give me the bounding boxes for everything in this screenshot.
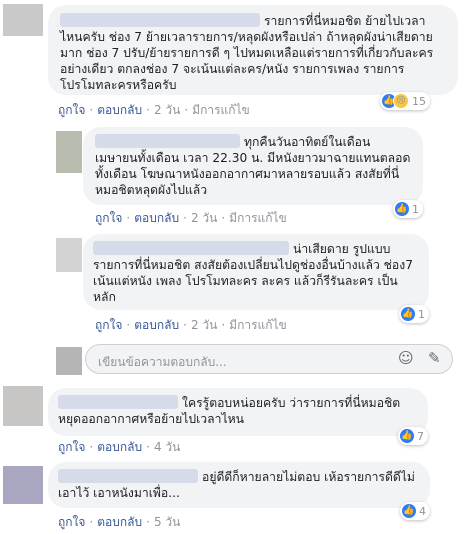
- like-link[interactable]: ถูกใจ: [58, 103, 85, 117]
- thumbs-up-icon: 👍: [400, 429, 414, 443]
- timestamp[interactable]: 2 วัน: [191, 211, 217, 225]
- commenter-name[interactable]: [58, 395, 178, 409]
- like-link[interactable]: ถูกใจ: [58, 440, 85, 454]
- reply-input-placeholder: เขียนข้อความตอบกลับ...: [98, 355, 227, 369]
- avatar[interactable]: [56, 238, 82, 272]
- edited-label[interactable]: มีการแก้ไข: [229, 318, 287, 332]
- like-link[interactable]: ถูกใจ: [95, 318, 122, 332]
- sad-face-icon: 😢: [393, 93, 409, 109]
- comment-bubble: อยู่ดีดีก็หายลายไม่ตอบ เห้อรายการดีดีไม่…: [48, 462, 430, 508]
- avatar[interactable]: [56, 131, 82, 173]
- timestamp[interactable]: 5 วัน: [154, 515, 180, 529]
- reply-link[interactable]: ตอบกลับ: [97, 103, 142, 117]
- thumbs-up-icon: 👍: [402, 504, 416, 518]
- like-link[interactable]: ถูกใจ: [58, 515, 85, 529]
- timestamp[interactable]: 4 วัน: [154, 440, 180, 454]
- reaction-summary[interactable]: 👍 1: [393, 200, 423, 218]
- comment-bubble: ทุกคืนวันอาทิตย์ในเดือนเมษายนทั้งเดือน เ…: [83, 127, 423, 205]
- my-avatar: [56, 347, 82, 375]
- comment-actions: ถูกใจ · ตอบกลับ · 2 วัน · มีการแก้ไข: [58, 103, 250, 117]
- comment-actions: ถูกใจ · ตอบกลับ · 2 วัน · มีการแก้ไข: [95, 318, 287, 332]
- timestamp[interactable]: 2 วัน: [191, 318, 217, 332]
- reaction-summary[interactable]: 👍 4: [400, 502, 430, 520]
- commenter-name[interactable]: [93, 241, 289, 255]
- reaction-summary[interactable]: 👍 1: [399, 305, 429, 323]
- reaction-summary[interactable]: 👍 😢 15: [380, 92, 430, 110]
- comment-actions: ถูกใจ · ตอบกลับ · 5 วัน: [58, 515, 181, 529]
- smiley-icon[interactable]: ☺: [398, 349, 414, 367]
- timestamp[interactable]: 2 วัน: [154, 103, 180, 117]
- thumbs-up-icon: 👍: [395, 202, 409, 216]
- like-link[interactable]: ถูกใจ: [95, 211, 122, 225]
- reply-link[interactable]: ตอบกลับ: [97, 440, 142, 454]
- reply-link[interactable]: ตอบกลับ: [134, 318, 179, 332]
- reply-link[interactable]: ตอบกลับ: [97, 515, 142, 529]
- thumbs-up-icon: 👍: [401, 307, 415, 321]
- edited-label[interactable]: มีการแก้ไข: [229, 211, 287, 225]
- reply-link[interactable]: ตอบกลับ: [134, 211, 179, 225]
- reaction-summary[interactable]: 👍 7: [398, 427, 428, 445]
- commenter-name[interactable]: [58, 469, 198, 483]
- comment-bubble: น่าเสียดาย รูปแบบรายการที่นี่หมอชิต สงสั…: [83, 234, 429, 310]
- avatar[interactable]: [3, 466, 43, 504]
- comment-actions: ถูกใจ · ตอบกลับ · 4 วัน: [58, 440, 181, 454]
- comment-bubble: ใครรู้ตอบหน่อยครับ ว่ารายการที่นี่หมอชิต…: [48, 388, 428, 436]
- avatar[interactable]: [3, 386, 43, 426]
- commenter-name[interactable]: [60, 13, 260, 27]
- sticker-icon[interactable]: ✎: [428, 349, 441, 367]
- reply-input[interactable]: เขียนข้อความตอบกลับ... ☺ ✎: [85, 344, 453, 374]
- avatar[interactable]: [3, 4, 43, 36]
- comment-actions: ถูกใจ · ตอบกลับ · 2 วัน · มีการแก้ไข: [95, 211, 287, 225]
- commenter-name[interactable]: [95, 134, 240, 148]
- comment-bubble: รายการที่นี่หมอชิต ย้ายไปเวลาไหนครับ ช่อ…: [48, 5, 458, 95]
- edited-label[interactable]: มีการแก้ไข: [192, 103, 250, 117]
